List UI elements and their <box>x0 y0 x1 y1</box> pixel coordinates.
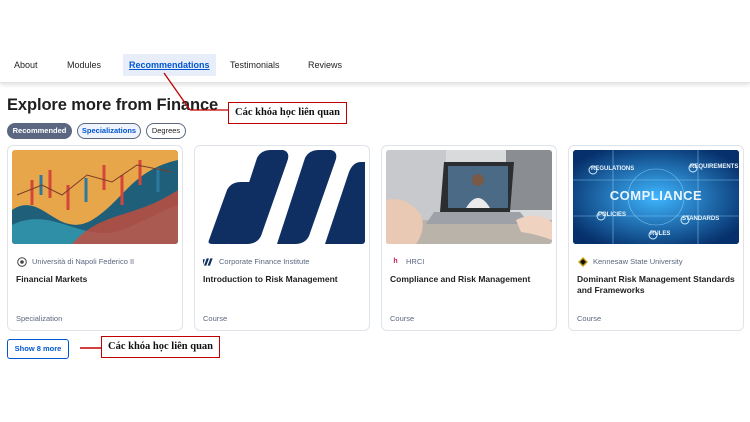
annotation-callout: Các khóa học liên quan <box>101 336 221 358</box>
annotation-callout: Các khóa học liên quan <box>228 102 348 124</box>
course-type: Specialization <box>16 314 63 323</box>
course-thumbnail <box>386 150 552 244</box>
cfi-logo-icon <box>203 256 214 267</box>
course-card[interactable]: Corporate Finance Institute Introduction… <box>194 145 370 331</box>
course-title: Dominant Risk Management Standards and F… <box>577 274 735 295</box>
kennesaw-logo-icon <box>577 256 588 267</box>
university-seal-icon <box>16 256 27 267</box>
tab-recommendations[interactable]: Recommendations <box>123 54 216 76</box>
hrci-logo-icon: h <box>393 258 398 265</box>
show-more-button[interactable]: Show 8 more <box>7 339 69 359</box>
course-thumbnail <box>12 150 178 244</box>
course-thumbnail: COMPLIANCE REGULATIONS REQUIREMENTS POLI… <box>573 150 739 244</box>
compliance-center-text: COMPLIANCE <box>609 188 703 203</box>
filter-chip-recommended[interactable]: Recommended <box>7 123 72 139</box>
tab-reviews[interactable]: Reviews <box>308 55 342 75</box>
course-type: Course <box>390 314 415 323</box>
course-type: Course <box>577 314 602 323</box>
partner-info: Kennesaw State University <box>577 256 683 267</box>
course-card[interactable]: Università di Napoli Federico II Financi… <box>7 145 183 331</box>
tab-testimonials[interactable]: Testimonials <box>230 55 280 75</box>
course-title: Compliance and Risk Management <box>390 274 531 284</box>
course-title: Introduction to Risk Management <box>203 274 338 284</box>
compliance-label: RULES <box>650 231 671 237</box>
course-card[interactable]: COMPLIANCE REGULATIONS REQUIREMENTS POLI… <box>568 145 744 331</box>
cfi-logo-artwork <box>208 150 365 244</box>
course-title: Financial Markets <box>16 274 88 284</box>
tab-about[interactable]: About <box>14 55 38 75</box>
partner-info: Corporate Finance Institute <box>203 256 309 267</box>
section-title: Explore more from Finance <box>7 96 219 114</box>
course-section-nav: About Modules Recommendations Testimonia… <box>0 0 750 83</box>
course-type: Course <box>203 314 228 323</box>
partner-name: Università di Napoli Federico II <box>32 257 135 266</box>
partner-info: h HRCI <box>390 256 424 267</box>
compliance-label: STANDARDS <box>682 216 720 222</box>
partner-name: HRCI <box>406 257 425 266</box>
course-thumbnail <box>199 150 365 244</box>
compliance-label: REQUIREMENTS <box>690 164 739 170</box>
course-card[interactable]: h HRCI Compliance and Risk Management Co… <box>381 145 557 331</box>
compliance-label: REGULATIONS <box>591 166 635 172</box>
tab-modules[interactable]: Modules <box>67 55 101 75</box>
filter-chip-specializations[interactable]: Specializations <box>77 123 141 139</box>
compliance-label: POLICIES <box>598 212 627 218</box>
filter-chip-degrees[interactable]: Degrees <box>146 123 186 139</box>
partner-info: Università di Napoli Federico II <box>16 256 134 267</box>
laptop-video-call-photo <box>386 150 552 244</box>
financial-markets-artwork <box>12 150 178 244</box>
partner-name: Kennesaw State University <box>593 257 683 266</box>
partner-name: Corporate Finance Institute <box>219 257 310 266</box>
